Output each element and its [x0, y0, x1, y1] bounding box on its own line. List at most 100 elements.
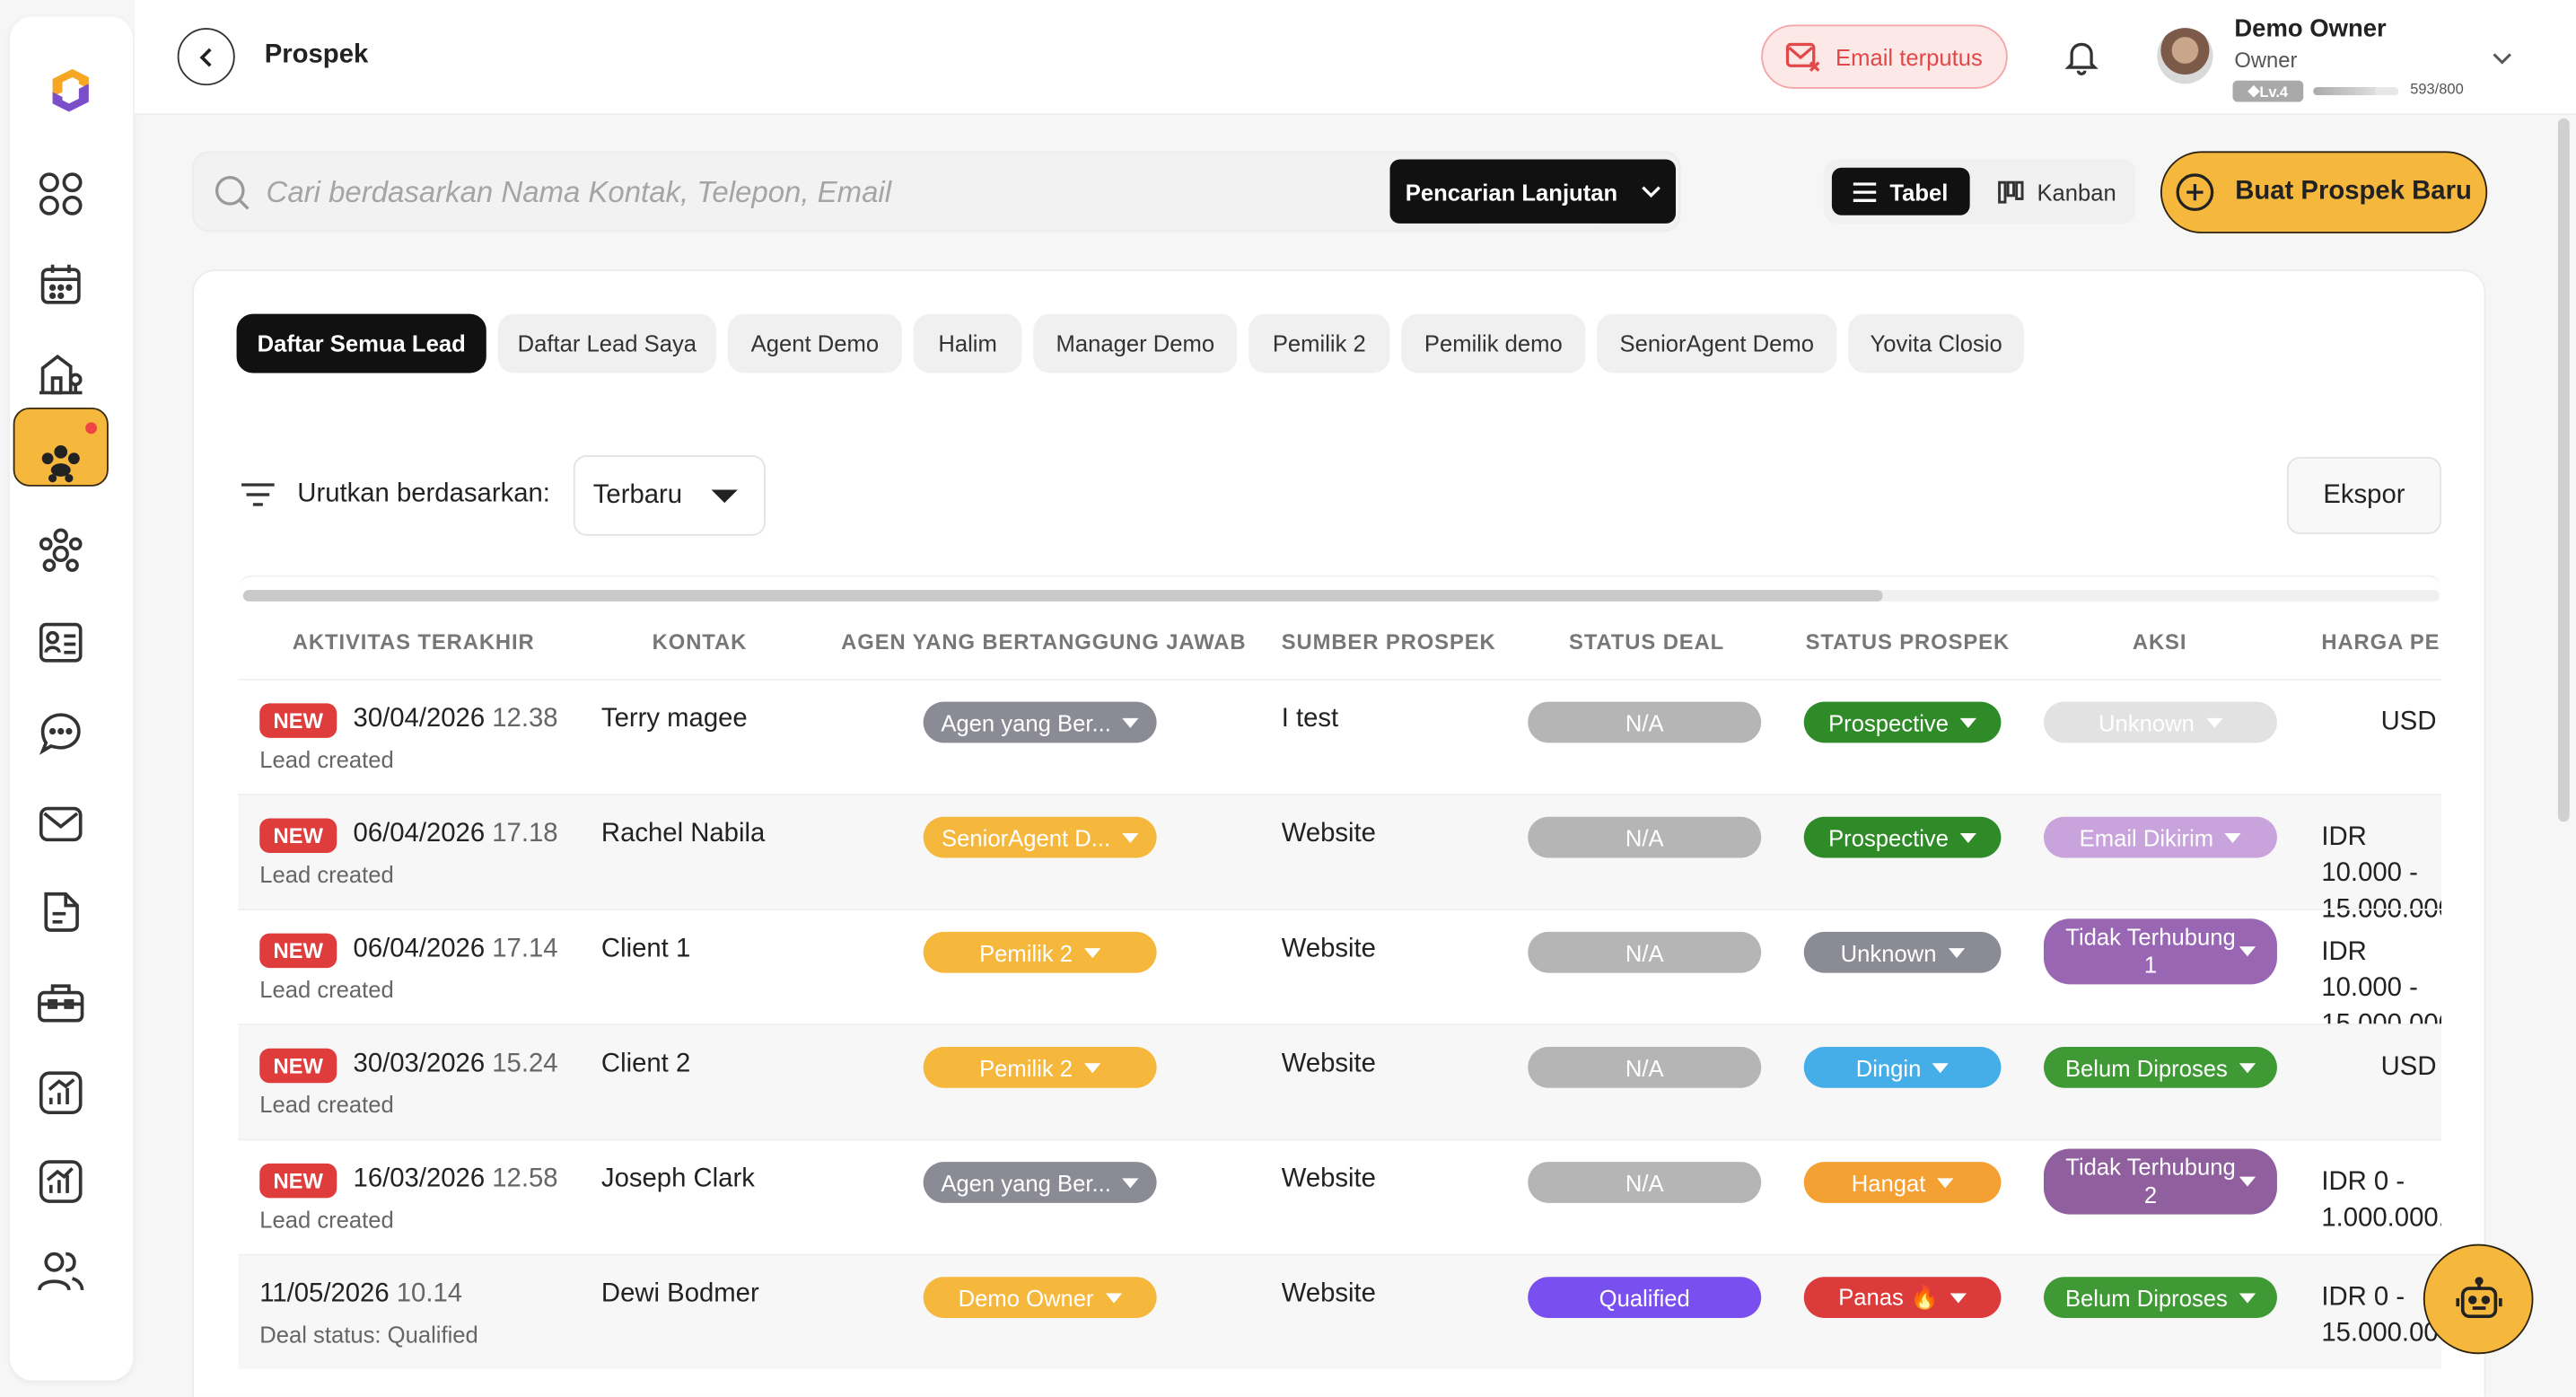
back-button[interactable] [177, 28, 235, 86]
contact-name[interactable]: Rachel Nabila [601, 820, 765, 849]
header-prospect-status: STATUS PROSPEK [1805, 629, 2011, 655]
activity-date: 11/05/2026 10.14 [259, 1280, 462, 1310]
deal-status-badge[interactable]: Qualified [1528, 1277, 1762, 1318]
activity-date: 16/03/2026 12.58 [354, 1165, 558, 1195]
prospect-status-label: Prospective [1828, 708, 1949, 736]
avatar[interactable] [2157, 28, 2213, 84]
kanban-view-button[interactable]: Kanban [1988, 168, 2126, 215]
activity-time: 12.58 [492, 1164, 558, 1193]
horizontal-scrollbar-thumb[interactable] [242, 590, 1883, 602]
table-row[interactable]: NEW 30/03/2026 15.24 Lead created Client 2 P… [238, 1024, 2441, 1139]
agent-dropdown[interactable]: Demo Owner [923, 1277, 1157, 1318]
prospect-status-dropdown[interactable]: Panas 🔥 [1803, 1277, 2002, 1318]
xp-text: 593/800 [2410, 80, 2464, 97]
assistant-bot-button[interactable] [2423, 1243, 2534, 1355]
caret-down-icon [1083, 947, 1101, 958]
chip-my-leads[interactable]: Daftar Lead Saya [497, 313, 717, 373]
table-row[interactable]: NEW 06/04/2026 17.18 Lead created Rachel Na… [238, 794, 2441, 924]
team-icon[interactable] [36, 1247, 85, 1296]
contact-name[interactable]: Dewi Bodmer [601, 1280, 759, 1310]
contacts-group-icon[interactable] [36, 526, 85, 575]
dashboard-icon[interactable] [36, 170, 85, 219]
agent-dropdown[interactable]: Agen yang Ber... [923, 1162, 1157, 1203]
chat-icon[interactable] [36, 708, 85, 758]
action-dropdown[interactable]: Tidak Terhubung 2 [2044, 1148, 2277, 1215]
agent-dropdown[interactable]: Pemilik 2 [923, 931, 1157, 973]
contact-name[interactable]: Joseph Clark [601, 1165, 755, 1195]
agent-dropdown[interactable]: Pemilik 2 [923, 1046, 1157, 1088]
header-price: HARGA PE [2321, 629, 2440, 655]
analytics-icon[interactable] [36, 1157, 85, 1207]
advanced-search-button[interactable]: Pencarian Lanjutan [1389, 159, 1677, 224]
activity-date: 06/04/2026 17.14 [354, 935, 558, 964]
calendar-icon[interactable] [36, 259, 85, 309]
new-badge: NEW [259, 818, 337, 853]
prospect-icon[interactable] [36, 437, 85, 487]
activity-description: Lead created [259, 746, 394, 773]
deal-status-badge[interactable]: N/A [1528, 1046, 1762, 1088]
report-icon[interactable] [36, 1068, 85, 1118]
contact-name[interactable]: Client 1 [601, 935, 690, 964]
deal-status-badge[interactable]: N/A [1528, 701, 1762, 743]
app-logo[interactable] [43, 63, 99, 119]
action-dropdown[interactable]: Belum Diproses [2044, 1046, 2277, 1088]
activity-date-value: 11/05/2026 [259, 1279, 390, 1308]
chip-pemilik-2[interactable]: Pemilik 2 [1249, 313, 1390, 373]
action-dropdown[interactable]: Belum Diproses [2044, 1277, 2277, 1318]
activity-time: 17.18 [492, 820, 558, 848]
activity-time: 17.14 [492, 935, 558, 963]
price-range: USD [2380, 707, 2437, 737]
chip-manager-demo[interactable]: Manager Demo [1033, 313, 1238, 373]
property-icon[interactable] [36, 348, 85, 398]
chip-pemilik-demo[interactable]: Pemilik demo [1401, 313, 1586, 373]
deal-status-badge[interactable]: N/A [1528, 1162, 1762, 1203]
chip-senioragent-demo[interactable]: SeniorAgent Demo [1597, 313, 1837, 373]
create-lead-button[interactable]: Buat Prospek Baru [2160, 151, 2488, 233]
table-row[interactable]: 11/05/2026 10.14 Deal status: Qualified De… [238, 1253, 2441, 1369]
agent-dropdown[interactable]: Agen yang Ber... [923, 701, 1157, 743]
prospect-status-dropdown[interactable]: Dingin [1803, 1046, 2002, 1088]
chip-yovita-closio[interactable]: Yovita Closio [1848, 313, 2025, 373]
contact-name[interactable]: Terry magee [601, 705, 748, 734]
action-dropdown[interactable]: Unknown [2044, 701, 2277, 743]
deal-status-badge[interactable]: N/A [1528, 931, 1762, 973]
prospect-status-dropdown[interactable]: Unknown [1803, 931, 2002, 973]
table-view-button[interactable]: Tabel [1831, 167, 1970, 215]
activity-date-value: 06/04/2026 [353, 935, 486, 963]
sort-select[interactable]: Terbaru [573, 455, 766, 536]
email-status-button[interactable]: Email terputus [1761, 24, 2008, 89]
kanban-view-label: Kanban [2037, 178, 2116, 205]
action-dropdown[interactable]: Email Dikirim [2044, 816, 2277, 858]
caret-down-icon [2239, 946, 2256, 957]
agent-label: SeniorAgent D... [942, 823, 1111, 851]
header-contact: KONTAK [652, 629, 748, 655]
action-dropdown[interactable]: Tidak Terhubung 1 [2044, 918, 2277, 985]
table-row[interactable]: NEW 16/03/2026 12.58 Lead created Joseph Cl… [238, 1138, 2441, 1253]
prospect-status-dropdown[interactable]: Prospective [1803, 816, 2002, 858]
chip-halim[interactable]: Halim [913, 313, 1022, 373]
table-row[interactable]: NEW 06/04/2026 17.14 Lead created Client 1 P… [238, 909, 2441, 1039]
document-icon[interactable] [36, 887, 85, 936]
contact-card-icon[interactable] [36, 618, 85, 667]
bell-icon[interactable] [2063, 40, 2099, 83]
mail-icon[interactable] [36, 799, 85, 848]
toolbox-icon[interactable] [36, 978, 85, 1027]
contact-name[interactable]: Client 2 [601, 1050, 690, 1080]
sort-label: Urutkan berdasarkan: [297, 479, 550, 508]
agent-label: Demo Owner [958, 1284, 1094, 1311]
table-row[interactable]: NEW 30/04/2026 12.38 Lead created Terry mag… [238, 678, 2441, 794]
vertical-scrollbar[interactable] [2557, 118, 2570, 822]
email-status-text: Email terputus [1836, 43, 1983, 70]
deal-status-badge[interactable]: N/A [1528, 816, 1762, 858]
prospect-status-dropdown[interactable]: Prospective [1803, 701, 2002, 743]
search-input[interactable] [266, 167, 1384, 217]
chevron-down-icon[interactable] [2491, 46, 2514, 75]
agent-dropdown[interactable]: SeniorAgent D... [923, 816, 1157, 858]
action-label: Tidak Terhubung 1 [2065, 923, 2236, 979]
chip-agent-demo[interactable]: Agent Demo [727, 313, 902, 373]
user-name: Demo Owner [2234, 14, 2387, 43]
chip-all-leads[interactable]: Daftar Semua Lead [236, 313, 486, 373]
export-button[interactable]: Ekspor [2286, 456, 2441, 534]
prospect-status-dropdown[interactable]: Hangat [1803, 1162, 2002, 1203]
horizontal-scrollbar[interactable] [242, 590, 2440, 602]
